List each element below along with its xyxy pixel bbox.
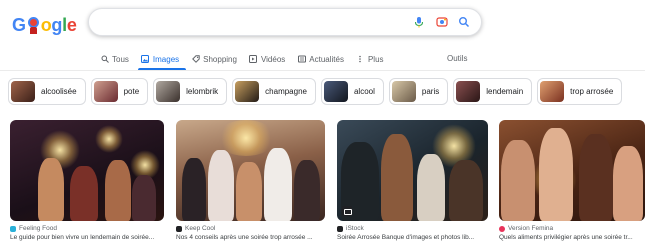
chip-trop-arrosee[interactable]: trop arrosée [537, 78, 623, 105]
chip-label: alcool [353, 87, 375, 96]
tools-button[interactable]: Outils [447, 50, 467, 68]
chip-label: champagne [265, 87, 307, 96]
istock-watermark-icon [342, 206, 352, 216]
image-result[interactable]: Feeling Food Le guide pour bien vivre un… [10, 120, 164, 241]
chip-champagne[interactable]: champagne [232, 78, 316, 105]
result-image[interactable] [337, 120, 488, 221]
result-image[interactable] [10, 120, 164, 221]
tab-shopping[interactable]: Shopping [191, 50, 237, 68]
result-title[interactable]: Soirée Arrosée Banque d'images et photos… [337, 234, 488, 241]
search-box[interactable] [88, 8, 482, 36]
tab-label: Tous [112, 54, 129, 64]
result-image[interactable] [176, 120, 325, 221]
doodle-figure-icon [27, 16, 40, 34]
image-result[interactable]: iStock Soirée Arrosée Banque d'images et… [337, 120, 488, 241]
chip-label: trop arrosée [570, 87, 614, 96]
header: G o g l e [0, 0, 645, 44]
result-source[interactable]: Keep Cool [176, 225, 325, 232]
chip-pote[interactable]: pote [90, 78, 149, 105]
chip-thumbnail [235, 81, 260, 102]
image-results-grid: Feeling Food Le guide pour bien vivre un… [10, 120, 645, 246]
tag-icon [191, 55, 200, 64]
chip-label: alcoolisée [41, 87, 77, 96]
search-input[interactable] [103, 13, 403, 31]
camera-lens-icon[interactable] [435, 15, 449, 29]
chip-alcoolisee[interactable]: alcoolisée [8, 78, 86, 105]
more-vert-icon [356, 55, 365, 64]
search-icon [100, 55, 109, 64]
chip-paris[interactable]: paris [388, 78, 449, 105]
image-icon [141, 55, 150, 64]
favicon-icon [176, 225, 182, 232]
image-result[interactable]: Keep Cool Nos 4 conseils après une soiré… [176, 120, 325, 241]
tab-plus[interactable]: Plus [356, 50, 384, 68]
tab-label: Images [152, 54, 180, 64]
logo-letter-g: G [12, 15, 26, 35]
result-source[interactable]: iStock [337, 225, 488, 232]
chip-label: lendemain [486, 87, 524, 96]
source-label: Version Femina [508, 225, 554, 232]
search-tabs: Tous Images Shopping Vidéos Actualités P… [100, 50, 396, 68]
source-label: Feeling Food [19, 225, 57, 232]
chip-alcool[interactable]: alcool [320, 78, 384, 105]
newspaper-icon [297, 55, 306, 64]
result-source[interactable]: Feeling Food [10, 225, 164, 232]
tab-actualites[interactable]: Actualités [297, 50, 344, 68]
chip-thumbnail [456, 81, 481, 102]
result-source[interactable]: Version Femina [499, 225, 645, 232]
tab-label: Shopping [203, 54, 237, 64]
logo-letter-e: e [66, 15, 77, 35]
chip-thumbnail [391, 81, 416, 102]
favicon-icon [10, 225, 16, 232]
source-label: iStock [346, 225, 364, 232]
favicon-icon [499, 225, 505, 232]
tab-images[interactable]: Images [141, 50, 179, 68]
favicon-icon [337, 225, 343, 232]
logo-letter-g2: g [51, 15, 63, 35]
result-title[interactable]: Le guide pour bien vivre un lendemain de… [10, 234, 164, 241]
chip-thumbnail [156, 81, 181, 102]
tab-tous[interactable]: Tous [100, 50, 129, 68]
chip-thumbnail [540, 81, 565, 102]
related-searches-chips: alcoolisée pote lelombrik champagne alco… [8, 78, 645, 106]
chip-lelombrik[interactable]: lelombrik [153, 78, 228, 105]
chip-thumbnail [323, 81, 348, 102]
tab-label: Plus [367, 54, 384, 64]
search-icon[interactable] [457, 15, 471, 29]
result-title[interactable]: Quels aliments privilégier après une soi… [499, 234, 645, 241]
chip-label: pote [123, 87, 140, 96]
play-icon [249, 55, 258, 64]
logo-letter-o: o [40, 15, 52, 35]
chip-thumbnail [11, 81, 35, 102]
chip-thumbnail [93, 81, 118, 102]
tab-label: Actualités [309, 54, 344, 64]
chip-lendemain[interactable]: lendemain [453, 78, 533, 105]
result-title[interactable]: Nos 4 conseils après une soirée trop arr… [176, 234, 325, 241]
tab-videos[interactable]: Vidéos [249, 50, 285, 68]
microphone-icon[interactable] [412, 15, 426, 29]
chip-label: lelombrik [186, 87, 219, 96]
tab-label: Vidéos [260, 54, 286, 64]
header-divider [0, 70, 645, 71]
source-label: Keep Cool [185, 225, 216, 232]
image-result[interactable]: Version Femina Quels aliments privilégie… [499, 120, 645, 241]
google-logo[interactable]: G o g l e [12, 12, 77, 34]
chip-label: paris [421, 87, 440, 96]
result-image[interactable] [499, 120, 645, 221]
